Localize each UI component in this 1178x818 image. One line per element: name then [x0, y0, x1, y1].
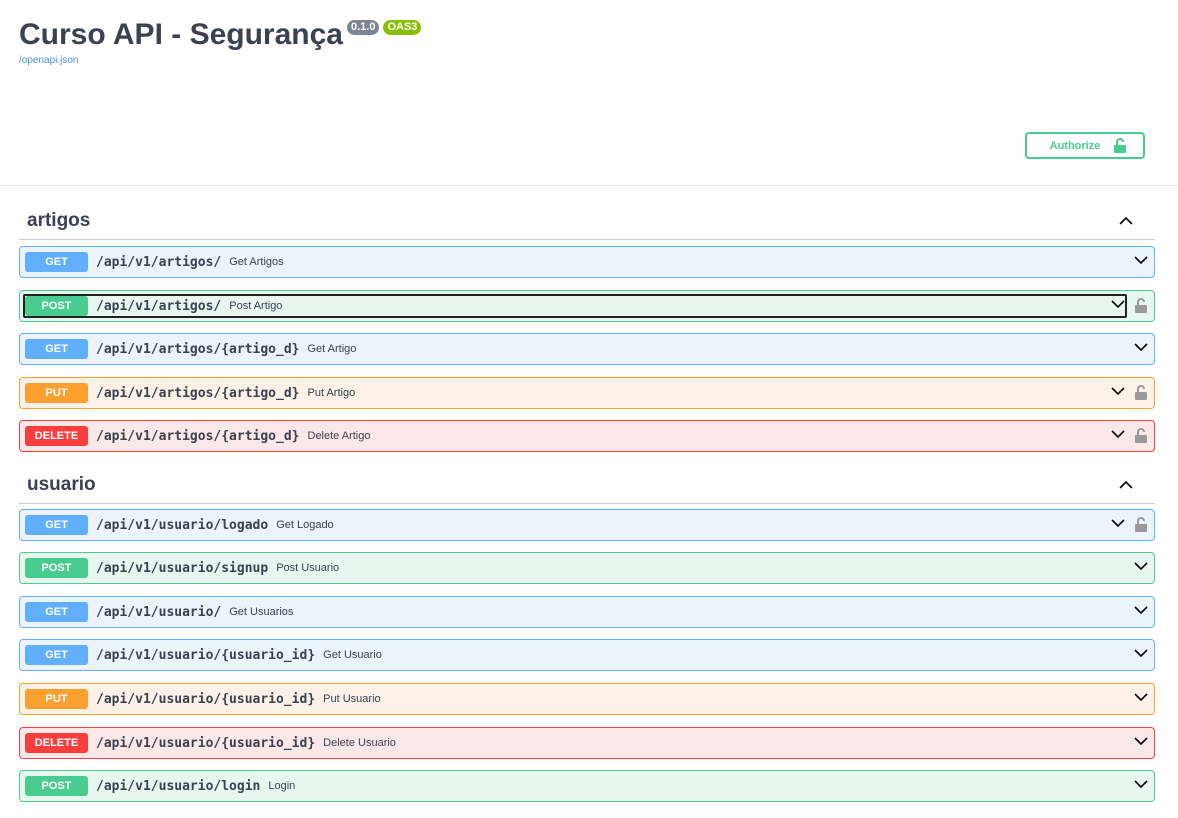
operation-row[interactable]: POST /api/v1/artigos/ Post Artigo: [19, 290, 1155, 322]
operation-row[interactable]: PUT /api/v1/artigos/{artigo_d} Put Artig…: [19, 377, 1155, 409]
operation-summary: Get Usuario: [323, 649, 382, 661]
operation-summary: Put Artigo: [307, 387, 356, 399]
chevron-up-icon[interactable]: [1119, 480, 1133, 489]
chevron-down-icon[interactable]: [1134, 780, 1148, 789]
method-badge: PUT: [25, 383, 88, 403]
operation-row[interactable]: PUT /api/v1/usuario/{usuario_id} Put Usu…: [19, 683, 1155, 715]
tag-header-artigos[interactable]: artigos: [19, 206, 1155, 240]
lock-icon[interactable]: [1135, 298, 1147, 313]
chevron-down-icon[interactable]: [1134, 562, 1148, 571]
chevron-down-icon[interactable]: [1134, 256, 1148, 265]
authorize-button[interactable]: Authorize: [1025, 132, 1145, 159]
operation-summary: Put Usuario: [323, 693, 381, 705]
operation-row[interactable]: GET /api/v1/artigos/{artigo_d} Get Artig…: [19, 333, 1155, 365]
method-badge: GET: [25, 339, 88, 359]
operation-summary: Delete Artigo: [307, 430, 371, 442]
operation-row[interactable]: DELETE /api/v1/artigos/{artigo_d} Delete…: [19, 420, 1155, 452]
operation-row[interactable]: GET /api/v1/usuario/logado Get Logado: [19, 509, 1155, 541]
chevron-down-icon[interactable]: [1134, 343, 1148, 352]
operation-path: /api/v1/usuario/{usuario_id}: [96, 735, 316, 751]
operation-path: /api/v1/artigos/{artigo_d}: [96, 341, 300, 357]
operation-path: /api/v1/usuario/login: [96, 778, 261, 794]
operation-path: /api/v1/artigos/{artigo_d}: [96, 385, 300, 401]
operation-path: /api/v1/usuario/: [96, 604, 222, 620]
chevron-down-icon[interactable]: [1111, 300, 1125, 309]
method-badge: POST: [25, 558, 88, 578]
chevron-down-icon[interactable]: [1134, 693, 1148, 702]
method-badge: GET: [25, 645, 88, 665]
operation-row[interactable]: DELETE /api/v1/usuario/{usuario_id} Dele…: [19, 727, 1155, 759]
operation-path: /api/v1/usuario/{usuario_id}: [96, 647, 316, 663]
operation-summary: Get Artigo: [307, 343, 357, 355]
api-info: Curso API - Segurança 0.1.0 OAS3 /openap…: [19, 16, 422, 66]
lock-open-icon: [1114, 138, 1127, 153]
operation-summary: Get Logado: [276, 519, 334, 531]
header-divider: [0, 185, 1178, 186]
method-badge: GET: [25, 602, 88, 622]
operation-path: /api/v1/usuario/signup: [96, 560, 269, 576]
chevron-down-icon[interactable]: [1134, 737, 1148, 746]
operation-row[interactable]: GET /api/v1/usuario/ Get Usuarios: [19, 596, 1155, 628]
chevron-down-icon[interactable]: [1134, 606, 1148, 615]
lock-icon[interactable]: [1135, 428, 1147, 443]
operation-path: /api/v1/usuario/logado: [96, 517, 269, 533]
chevron-down-icon[interactable]: [1134, 649, 1148, 658]
chevron-up-icon[interactable]: [1119, 216, 1133, 225]
operation-row[interactable]: POST /api/v1/usuario/login Login: [19, 770, 1155, 802]
method-badge: GET: [25, 515, 88, 535]
operation-summary: Login: [268, 780, 296, 792]
oas-badge: OAS3: [383, 20, 422, 35]
method-badge: DELETE: [25, 426, 88, 446]
operation-path: /api/v1/artigos/: [96, 254, 222, 270]
operation-row[interactable]: GET /api/v1/usuario/{usuario_id} Get Usu…: [19, 639, 1155, 671]
page-title: Curso API - Segurança: [19, 18, 343, 51]
chevron-down-icon[interactable]: [1111, 387, 1125, 396]
focus-outline: [23, 294, 1127, 318]
method-badge: DELETE: [25, 733, 88, 753]
operation-summary: Delete Usuario: [323, 737, 396, 749]
method-badge: GET: [25, 252, 88, 272]
method-badge: PUT: [25, 689, 88, 709]
version-badge: 0.1.0: [346, 20, 380, 35]
operation-path: /api/v1/artigos/{artigo_d}: [96, 428, 300, 444]
method-badge: POST: [25, 776, 88, 796]
lock-icon[interactable]: [1135, 385, 1147, 400]
operation-row[interactable]: GET /api/v1/artigos/ Get Artigos: [19, 246, 1155, 278]
operation-summary: Post Usuario: [276, 562, 340, 574]
chevron-down-icon[interactable]: [1111, 430, 1125, 439]
authorize-label: Authorize: [1049, 139, 1101, 152]
tag-name: usuario: [27, 474, 96, 495]
operation-summary: Get Artigos: [229, 256, 284, 268]
operation-row[interactable]: POST /api/v1/usuario/signup Post Usuario: [19, 552, 1155, 584]
tag-header-usuario[interactable]: usuario: [19, 470, 1155, 504]
chevron-down-icon[interactable]: [1111, 519, 1125, 528]
lock-icon[interactable]: [1135, 517, 1147, 532]
operation-path: /api/v1/usuario/{usuario_id}: [96, 691, 316, 707]
openapi-spec-link[interactable]: /openapi.json: [19, 55, 421, 66]
tag-name: artigos: [27, 210, 91, 231]
operation-summary: Get Usuarios: [229, 606, 294, 618]
